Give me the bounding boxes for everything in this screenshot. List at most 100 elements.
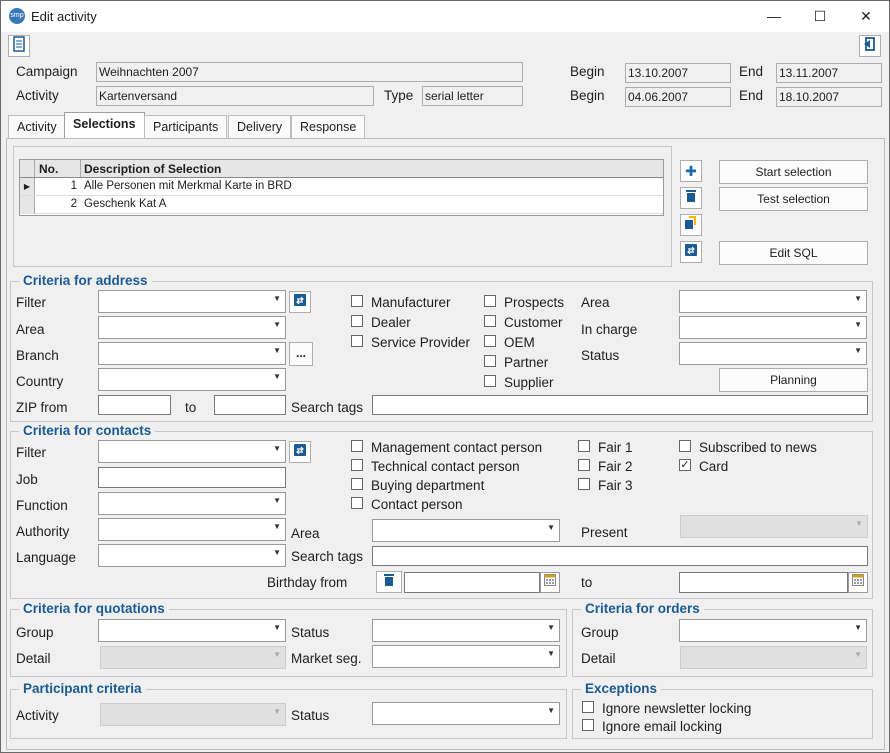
quotations-group-select[interactable]: ▼ [98,619,286,642]
management-contact-checkbox[interactable] [351,440,363,452]
quotations-detail-select[interactable]: ▼ [100,646,286,669]
branch-label: Branch [16,348,59,363]
delete-selection-button[interactable] [680,187,702,209]
birthday-to-calendar-button[interactable] [848,572,868,593]
address-area-select[interactable]: ▼ [98,316,286,339]
dropdown-arrow-icon: ▼ [854,320,862,329]
tab-participants[interactable]: Participants [144,115,228,138]
in-charge-select[interactable]: ▼ [679,316,867,339]
job-input[interactable] [98,467,286,488]
zip-to-input[interactable] [214,395,286,415]
dealer-label: Dealer [371,315,411,330]
technical-contact-checkbox[interactable] [351,459,363,471]
dropdown-arrow-icon: ▼ [855,519,863,528]
contacts-filter-select[interactable]: ▼ [98,440,286,463]
manufacturer-label: Manufacturer [371,295,451,310]
orders-detail-select[interactable]: ▼ [680,646,867,669]
table-row[interactable]: ▶ 1 Alle Personen mit Merkmal Karte in B… [20,178,663,196]
manufacturer-checkbox[interactable] [351,295,363,307]
contacts-filter-refresh-button[interactable] [289,441,311,463]
grid-header: No. Description of Selection [20,160,663,178]
dropdown-arrow-icon: ▼ [547,523,555,532]
campaign-end-field[interactable]: 13.11.2007 [776,63,882,83]
close-button[interactable]: ✕ [843,1,889,32]
branch-select[interactable]: ▼ [98,342,286,365]
quotations-status-select[interactable]: ▼ [372,619,560,642]
contacts-search-tags-input[interactable] [372,546,868,566]
tab-delivery[interactable]: Delivery [228,115,292,138]
refresh-selection-button[interactable] [680,241,702,263]
tab-activity[interactable]: Activity [8,115,66,138]
birthday-to-input[interactable] [679,572,848,593]
birthday-clear-button[interactable] [376,571,402,593]
ignore-newsletter-checkbox[interactable] [582,701,594,713]
card-checkbox[interactable]: ✓ [679,459,691,471]
subscribed-news-checkbox[interactable] [679,440,691,452]
tab-selections[interactable]: Selections [64,112,145,139]
present-select[interactable]: ▼ [680,515,868,538]
table-row[interactable]: 2 Geschenk Kat A [20,196,663,214]
tab-response[interactable]: Response [291,115,366,138]
oem-checkbox[interactable] [484,335,496,347]
address-area2-select[interactable]: ▼ [679,290,867,313]
address-filter-select[interactable]: ▼ [98,290,286,313]
edit-sql-button[interactable]: Edit SQL [719,241,868,265]
exit-icon [864,37,875,51]
participant-activity-select[interactable]: ▼ [100,703,286,726]
zip-from-label: ZIP from [16,400,68,415]
calendar-icon [852,574,864,586]
country-select[interactable]: ▼ [98,368,286,391]
campaign-begin-field[interactable]: 13.10.2007 [625,63,731,83]
address-filter-refresh-button[interactable] [289,291,311,313]
ignore-email-checkbox[interactable] [582,719,594,731]
function-select[interactable]: ▼ [98,492,286,515]
activity-field[interactable]: Kartenversand [96,86,374,106]
campaign-field[interactable]: Weihnachten 2007 [96,62,523,82]
partner-checkbox[interactable] [484,355,496,367]
exit-button[interactable] [859,35,881,57]
birthday-from-label: Birthday from [267,575,348,590]
planning-button[interactable]: Planning [719,368,868,392]
supplier-label: Supplier [504,375,554,390]
service-provider-label: Service Provider [371,335,471,350]
participant-status-select[interactable]: ▼ [372,702,560,725]
birthday-from-calendar-button[interactable] [540,572,560,593]
address-status-select[interactable]: ▼ [679,342,867,365]
campaign-begin-label: Begin [570,64,605,79]
activity-end-field[interactable]: 18.10.2007 [776,87,882,107]
address-search-tags-input[interactable] [372,395,868,415]
authority-select[interactable]: ▼ [98,518,286,541]
customer-checkbox[interactable] [484,315,496,327]
save-button[interactable] [8,35,30,57]
prospects-checkbox[interactable] [484,295,496,307]
minimize-button[interactable]: — [751,1,797,32]
contact-person-checkbox[interactable] [351,497,363,509]
fair1-checkbox[interactable] [578,440,590,452]
maximize-button[interactable]: ☐ [797,1,843,32]
orders-group-select[interactable]: ▼ [679,619,867,642]
test-selection-button[interactable]: Test selection [719,187,868,211]
add-selection-button[interactable]: ✚ [680,160,702,182]
buying-department-checkbox[interactable] [351,478,363,490]
language-select[interactable]: ▼ [98,544,286,567]
activity-begin-field[interactable]: 04.06.2007 [625,87,731,107]
dropdown-arrow-icon: ▼ [273,496,281,505]
start-selection-button[interactable]: Start selection [719,160,868,184]
fair2-checkbox[interactable] [578,459,590,471]
market-seg-label: Market seg. [291,651,362,666]
branch-browse-button[interactable]: ... [289,342,313,366]
type-field[interactable]: serial letter [422,86,523,106]
zip-from-input[interactable] [98,395,171,415]
market-seg-select[interactable]: ▼ [372,645,560,668]
participant-activity-label: Activity [16,708,59,723]
copy-selection-button[interactable] [680,214,702,236]
fair3-checkbox[interactable] [578,478,590,490]
quotations-status-label: Status [291,625,330,640]
supplier-checkbox[interactable] [484,375,496,387]
contacts-area-label: Area [291,526,320,541]
birthday-from-input[interactable] [404,572,540,593]
edit-activity-window: smp Edit activity — ☐ ✕ Campaign Weihnac… [0,0,890,753]
service-provider-checkbox[interactable] [351,335,363,347]
contacts-area-select[interactable]: ▼ [372,519,560,542]
dealer-checkbox[interactable] [351,315,363,327]
